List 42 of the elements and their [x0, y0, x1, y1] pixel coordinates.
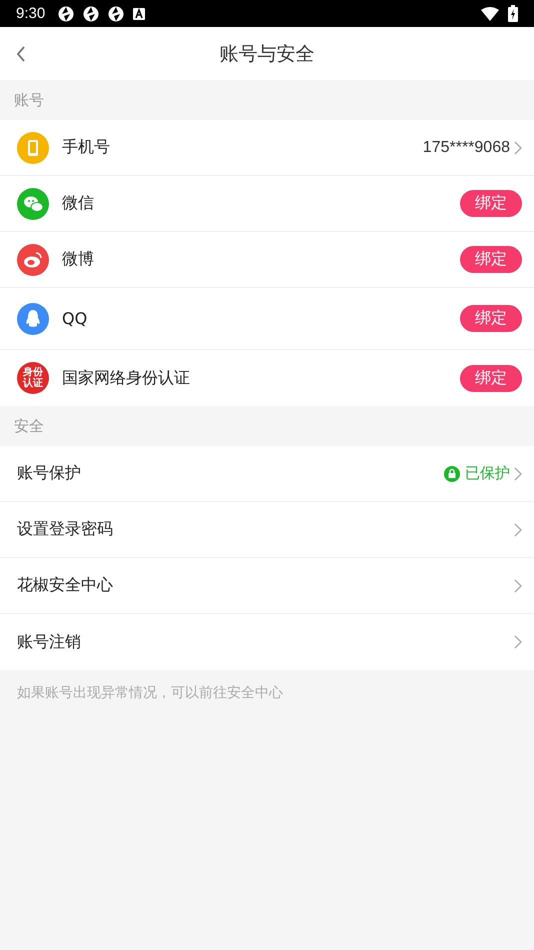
row-label: QQ	[62, 309, 88, 328]
row-label: 账号保护	[17, 463, 81, 484]
section-header: 安全	[13, 416, 45, 437]
list-row[interactable]: 花椒安全中心	[0, 558, 534, 614]
app-notification-icon	[133, 8, 146, 20]
list-row[interactable]: QQ 绑定	[0, 288, 534, 350]
row-label: 设置登录密码	[17, 519, 113, 540]
row-label: 国家网络身份认证	[62, 368, 190, 388]
notification-icon	[83, 6, 100, 22]
bind-button[interactable]: 绑定	[460, 364, 522, 392]
status-time: 9:30	[16, 5, 46, 22]
bind-button[interactable]: 绑定	[460, 246, 522, 273]
list-row[interactable]: 手机号 175****9068	[0, 120, 534, 176]
bind-button[interactable]: 绑定	[460, 190, 522, 217]
list-row[interactable]: 微博 绑定	[0, 232, 534, 288]
list-row[interactable]: 身份 认证 国家网络身份认证 绑定	[0, 350, 534, 406]
notification-icon	[108, 6, 124, 22]
list-row[interactable]: 微信 绑定	[0, 176, 534, 232]
list-row[interactable]: 账号保护 已保护	[0, 446, 534, 502]
row-label: 账号注销	[17, 632, 81, 652]
battery-icon	[508, 5, 518, 22]
back-icon	[16, 46, 26, 62]
badge-text: 认证	[23, 378, 43, 389]
page-title: 账号与安全	[220, 42, 314, 66]
notification-icon	[58, 6, 74, 22]
chat-bubbles-icon	[17, 188, 49, 220]
section-header: 账号	[13, 90, 45, 111]
row-label: 手机号	[62, 137, 110, 158]
row-label: 微信	[62, 193, 94, 214]
row-value: 175****9068	[422, 138, 510, 156]
footer-note: 如果账号出现异常情况，可以前往安全中心	[16, 684, 284, 703]
list-row[interactable]: 账号注销	[0, 614, 534, 670]
row-label: 花椒安全中心	[17, 575, 113, 596]
list-row[interactable]: 设置登录密码	[0, 502, 534, 558]
row-label: 微博	[62, 249, 94, 270]
eye-logo-icon	[17, 244, 49, 276]
wifi-icon	[481, 6, 499, 20]
bind-button[interactable]: 绑定	[460, 305, 522, 332]
row-value: 已保护	[465, 464, 510, 483]
phone-icon	[17, 132, 49, 164]
badge-text: 身份	[23, 367, 43, 378]
penguin-icon	[17, 302, 49, 334]
